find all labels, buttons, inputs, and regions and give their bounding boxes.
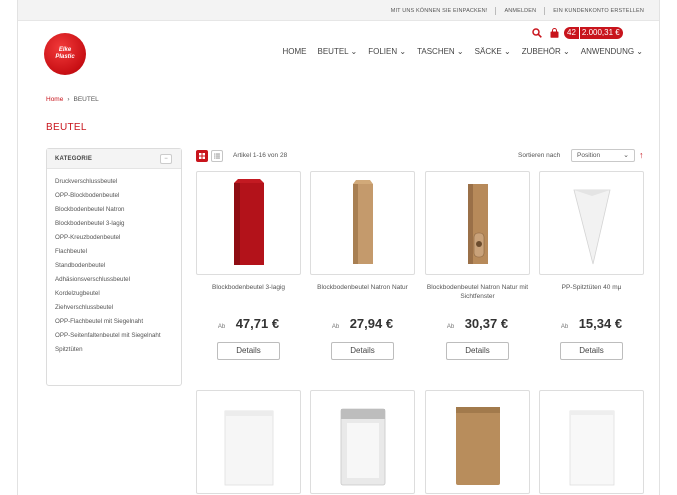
kraft-window-bag-image (467, 184, 488, 264)
breadcrumb-current: BEUTEL (73, 96, 99, 103)
page-frame: MIT UNS KÖNNEN SIE EINPACKEN! ANMELDEN E… (17, 0, 660, 495)
breadcrumb: Home › BEUTEL (46, 96, 99, 103)
nav-item-beutel[interactable]: BEUTEL ⌄ (318, 47, 358, 56)
nav-item-anwendung[interactable]: ANWENDUNG ⌄ (581, 47, 643, 56)
product-image[interactable] (196, 171, 301, 275)
category-item[interactable]: Adhäsionsverschlussbeutel (55, 276, 173, 284)
shopping-bag-icon[interactable] (550, 28, 559, 38)
category-item[interactable]: OPP-Seitenfaltenbeutel mit Siegelnaht (55, 332, 173, 340)
nav-item-taschen[interactable]: TASCHEN ⌄ (417, 47, 464, 56)
price-row: Ab 15,34 € (539, 315, 644, 333)
product-price: 15,34 € (578, 316, 623, 331)
sort-select[interactable]: Position ⌄ (571, 149, 635, 162)
site-logo[interactable]: Elke Plastic (44, 33, 86, 75)
product-image[interactable] (196, 390, 301, 494)
product-name[interactable]: PP-Spitztüten 40 mμ (539, 283, 644, 313)
price-prefix: Ab (217, 324, 226, 330)
product-card: Blockbodenbeutel 3-lagig Ab 47,71 € Deta… (196, 171, 301, 360)
category-item[interactable]: Flachbeutel (55, 248, 173, 256)
page-title: BEUTEL (46, 122, 87, 133)
category-item[interactable]: Standbodenbeutel (55, 262, 173, 270)
cone-bag-image (572, 189, 611, 265)
price-prefix: Ab (446, 324, 455, 330)
details-button[interactable]: Details (560, 342, 623, 360)
price-row: Ab 27,94 € (310, 315, 415, 333)
category-item[interactable]: Kordelzugbeutel (55, 290, 173, 298)
product-image[interactable] (310, 171, 415, 275)
price-prefix: Ab (560, 324, 569, 330)
product-name[interactable]: Blockbodenbeutel Natron Natur mit Sichtf… (425, 283, 530, 313)
main-navigation: HOME BEUTEL ⌄ FOLIEN ⌄ TASCHEN ⌄ SÄCKE ⌄… (283, 47, 644, 56)
kraft-bag-image (352, 180, 373, 264)
category-item[interactable]: OPP-Blockbodenbeutel (55, 192, 173, 200)
top-links: MIT UNS KÖNNEN SIE EINPACKEN! ANMELDEN E… (391, 7, 644, 15)
collapse-button[interactable]: − (160, 153, 172, 164)
sort-direction-arrow-up-icon[interactable]: ↑ (639, 150, 644, 160)
category-item[interactable]: Spitztüten (55, 346, 173, 354)
product-price: 30,37 € (464, 316, 509, 331)
cart-count: 42 (567, 27, 580, 39)
sort-label: Sortieren nach (518, 152, 561, 159)
logo-line-2: Plastic (55, 54, 75, 60)
product-name[interactable]: Blockbodenbeutel 3-lagig (196, 283, 301, 313)
divider (544, 7, 546, 15)
breadcrumb-separator-icon: › (67, 96, 70, 103)
details-button[interactable]: Details (217, 342, 280, 360)
product-image[interactable] (425, 390, 530, 494)
clear-zipper-bag-image (340, 408, 385, 486)
nav-item-home[interactable]: HOME (283, 47, 307, 56)
login-link[interactable]: ANMELDEN (504, 8, 536, 14)
chevron-down-icon: ⌄ (623, 152, 629, 159)
nav-item-zubehoer[interactable]: ZUBEHÖR ⌄ (522, 47, 570, 56)
register-link[interactable]: EIN KUNDENKONTO ERSTELLEN (553, 8, 644, 14)
search-icon[interactable] (532, 28, 542, 38)
nav-item-folien[interactable]: FOLIEN ⌄ (368, 47, 406, 56)
price-prefix: Ab (331, 324, 340, 330)
product-toolbar: Artikel 1-16 von 28 Sortieren nach Posit… (196, 149, 646, 164)
white-pouch-image (569, 410, 614, 486)
product-card: Blockbodenbeutel Natron Natur mit Sichtf… (425, 171, 530, 360)
product-image[interactable] (425, 171, 530, 275)
category-item[interactable]: Blockbodenbeutel 3-lagig (55, 220, 173, 228)
price-row: Ab 30,37 € (425, 315, 530, 333)
sidebar-header: KATEGORIE − (47, 149, 181, 169)
sidebar-heading: KATEGORIE (55, 155, 93, 162)
product-name[interactable]: Blockbodenbeutel Natron Natur (310, 283, 415, 313)
logo-line-1: Elke (58, 47, 72, 53)
grid-view-icon[interactable] (196, 150, 208, 162)
category-item[interactable]: Blockbodenbeutel Natron (55, 206, 173, 214)
red-block-bottom-bag-image (233, 179, 264, 265)
product-card: PP-Spitztüten 40 mμ Ab 15,34 € Details (539, 171, 644, 360)
product-price: 47,71 € (235, 316, 280, 331)
details-button[interactable]: Details (446, 342, 509, 360)
category-list: Druckverschlussbeutel OPP-Blockbodenbeut… (47, 169, 181, 354)
sort-select-value: Position (577, 152, 601, 159)
category-item[interactable]: Druckverschlussbeutel (55, 178, 173, 186)
nav-item-saecke[interactable]: SÄCKE ⌄ (475, 47, 511, 56)
white-flat-bag-image (224, 410, 273, 486)
list-view-icon[interactable] (211, 150, 223, 162)
item-count-text: Artikel 1-16 von 28 (233, 152, 288, 159)
product-price: 27,94 € (349, 316, 394, 331)
cart-total: 2.000,31 € (581, 28, 620, 37)
breadcrumb-home-link[interactable]: Home (46, 96, 63, 103)
top-bar: MIT UNS KÖNNEN SIE EINPACKEN! ANMELDEN E… (18, 0, 659, 21)
category-item[interactable]: OPP-Flachbeutel mit Siegelnaht (55, 318, 173, 326)
packaging-link[interactable]: MIT UNS KÖNNEN SIE EINPACKEN! (391, 8, 488, 14)
cart-summary-badge[interactable]: 42 2.000,31 € (564, 27, 623, 39)
kraft-stand-up-pouch-image (455, 407, 500, 485)
price-row: Ab 47,71 € (196, 315, 301, 333)
product-image[interactable] (310, 390, 415, 494)
category-item[interactable]: OPP-Kreuzbodenbeutel (55, 234, 173, 242)
product-image[interactable] (539, 171, 644, 275)
divider (495, 7, 497, 15)
category-item[interactable]: Ziehverschlussbeutel (55, 304, 173, 312)
details-button[interactable]: Details (331, 342, 394, 360)
product-image[interactable] (539, 390, 644, 494)
category-sidebar: KATEGORIE − Druckverschlussbeutel OPP-Bl… (46, 148, 182, 386)
product-card: Blockbodenbeutel Natron Natur Ab 27,94 €… (310, 171, 415, 360)
